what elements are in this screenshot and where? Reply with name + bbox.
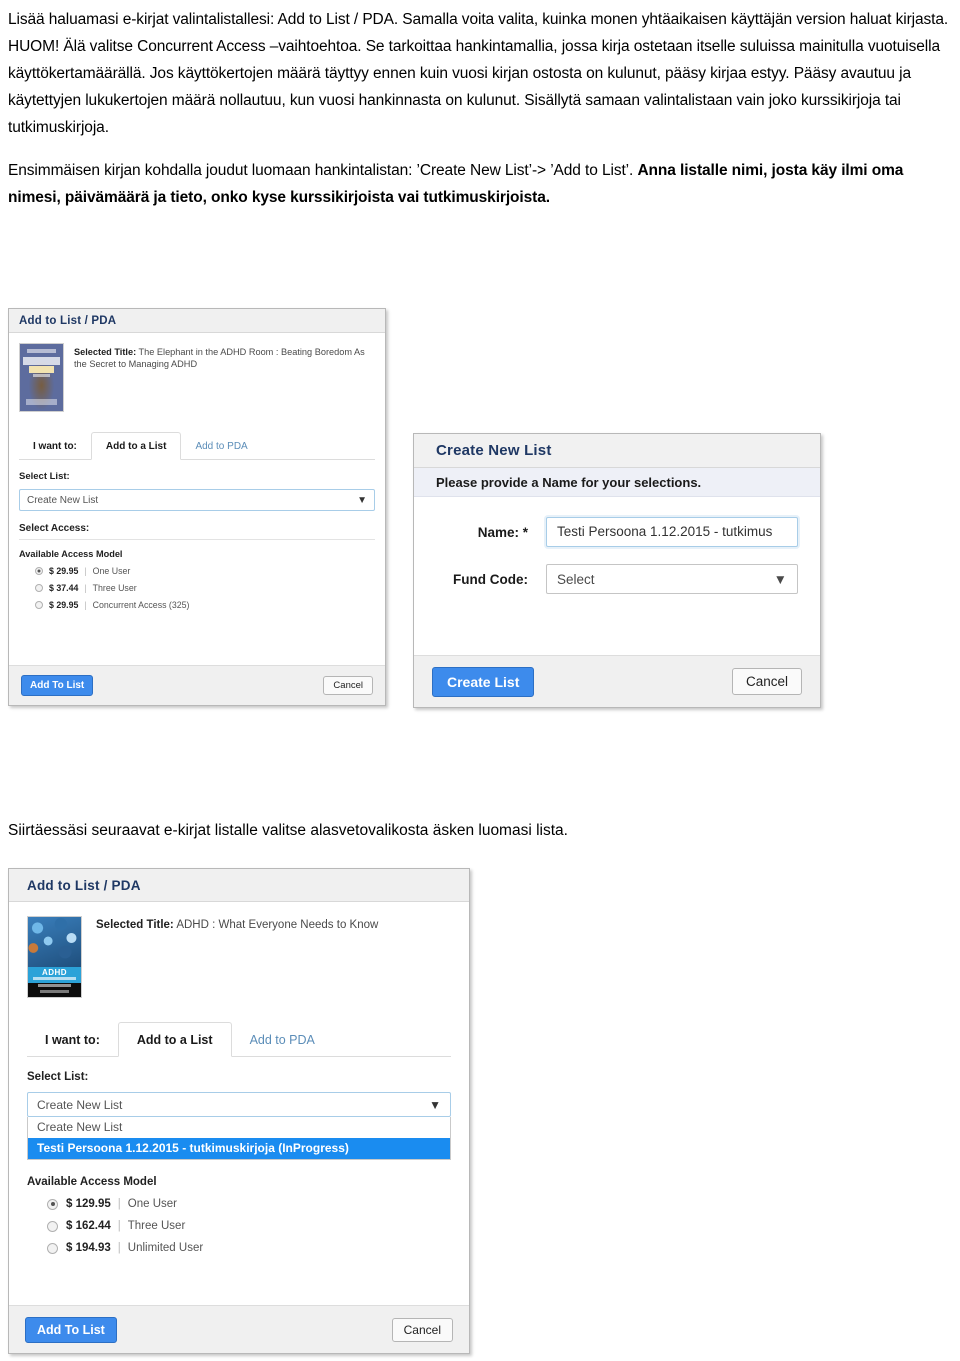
access-option-name: Three User xyxy=(127,1220,186,1232)
panel-a-tab-add-to-pda[interactable]: Add to PDA xyxy=(181,434,262,460)
fund-code-value: Select xyxy=(557,571,595,587)
cancel-button[interactable]: Cancel xyxy=(731,668,802,695)
chevron-down-icon: ▼ xyxy=(429,1097,441,1112)
paragraph-2: Ensimmäisen kirjan kohdalla joudut luoma… xyxy=(8,157,950,211)
panel-b-name-row: Name: * Testi Persoona 1.12.2015 - tutki… xyxy=(436,517,798,547)
panel-c-tab-add-to-pda[interactable]: Add to PDA xyxy=(231,1024,333,1057)
access-option-name: Unlimited User xyxy=(127,1242,204,1254)
add-to-list-button[interactable]: Add To List xyxy=(21,675,94,696)
separator: | xyxy=(117,1242,121,1254)
panel-a-header: Add to List / PDA xyxy=(9,309,385,333)
screenshot-create-new-list-dialog: Create New List Please provide a Name fo… xyxy=(413,433,821,708)
name-input[interactable]: Testi Persoona 1.12.2015 - tutkimus xyxy=(546,517,798,547)
paragraph-1: Lisää haluamasi e-kirjat valintalistalle… xyxy=(8,11,949,136)
panel-a-select-access-label: Select Access: xyxy=(19,523,375,540)
name-input-value: Testi Persoona 1.12.2015 - tutkimus xyxy=(557,524,773,539)
panel-c-available-access-model-label: Available Access Model xyxy=(27,1176,157,1188)
cancel-button[interactable]: Cancel xyxy=(391,1317,453,1342)
add-to-list-button[interactable]: Add To List xyxy=(25,1316,117,1343)
panel-a-selected-title: Selected Title: The Elephant in the ADHD… xyxy=(74,343,375,370)
panel-a-select-list-label: Select List: xyxy=(19,471,70,482)
selected-title-label: Selected Title: xyxy=(74,347,137,357)
panel-b-footer: Create List Cancel xyxy=(414,655,820,707)
radio-button-icon[interactable] xyxy=(35,601,43,609)
separator: | xyxy=(84,600,87,610)
selected-title-value: ADHD : What Everyone Needs to Know xyxy=(173,919,379,931)
panel-c-select-list-value: Create New List xyxy=(37,1097,123,1112)
panel-c-access-option-row[interactable]: $ 194.93 | Unlimited User xyxy=(27,1242,451,1254)
screenshot-add-to-list-pda-elephant: Add to List / PDA Selected Title: The El… xyxy=(8,308,386,706)
create-list-button[interactable]: Create List xyxy=(432,666,535,697)
radio-button-icon[interactable] xyxy=(35,584,43,592)
separator: | xyxy=(117,1220,121,1232)
name-field-label: Name: * xyxy=(477,524,528,540)
selected-title-label: Selected Title: xyxy=(96,919,174,931)
radio-button-icon[interactable] xyxy=(35,567,43,575)
access-option-price: $ 29.95 xyxy=(49,566,79,576)
access-option-price: $ 29.95 xyxy=(49,600,79,610)
panel-a-available-access-model-label: Available Access Model xyxy=(19,549,123,559)
panel-b-header: Create New List xyxy=(414,434,820,468)
fund-code-dropdown[interactable]: Select ▼ xyxy=(546,564,798,594)
panel-b-instruction: Please provide a Name for your selection… xyxy=(414,468,820,497)
panel-c-access-option-row[interactable]: $ 162.44 | Three User xyxy=(27,1220,451,1232)
panel-a-tab-prompt: I want to: xyxy=(19,434,91,460)
access-option-price: $ 129.95 xyxy=(66,1198,111,1210)
separator: | xyxy=(117,1198,121,1210)
panel-b-body: Name: * Testi Persoona 1.12.2015 - tutki… xyxy=(414,497,820,594)
radio-button-icon[interactable] xyxy=(47,1220,58,1232)
chevron-down-icon: ▼ xyxy=(357,494,367,506)
panel-a-footer: Add To List Cancel xyxy=(9,665,385,705)
panel-a-select-list-value: Create New List xyxy=(27,494,99,506)
access-option-name: Concurrent Access (325) xyxy=(92,600,190,610)
document-body: Lisää haluamasi e-kirjat valintalistalle… xyxy=(0,0,960,211)
panel-c-tab-prompt: I want to: xyxy=(27,1024,118,1057)
panel-a-title-row: Selected Title: The Elephant in the ADHD… xyxy=(19,343,375,412)
panel-a-tab-add-to-a-list[interactable]: Add to a List xyxy=(90,432,182,460)
dropdown-option-create-new-list[interactable]: Create New List xyxy=(28,1117,450,1138)
access-option-name: Three User xyxy=(92,583,137,593)
fund-code-field-label: Fund Code: xyxy=(453,571,528,587)
panel-c-header: Add to List / PDA xyxy=(9,869,469,902)
panel-c-selected-title: Selected Title: ADHD : What Everyone Nee… xyxy=(96,916,378,933)
radio-button-icon[interactable] xyxy=(47,1198,58,1210)
panel-c-title-row: ADHD Selected Title: ADHD : What Everyon… xyxy=(27,916,451,998)
panel-c-select-list-label: Select List: xyxy=(27,1071,89,1083)
cancel-button[interactable]: Cancel xyxy=(323,676,373,695)
book-cover-art: ADHD xyxy=(28,917,81,997)
separator: | xyxy=(84,566,87,576)
dropdown-option-testi-persoona[interactable]: Testi Persoona 1.12.2015 - tutkimuskirjo… xyxy=(28,1138,450,1159)
access-option-name: One User xyxy=(92,566,131,576)
book-cover-art xyxy=(20,344,63,411)
panel-a-access-option-row[interactable]: $ 29.95 | One User xyxy=(19,566,375,576)
panel-b-fund-code-row: Fund Code: Select ▼ xyxy=(436,564,798,594)
panel-a-body: Selected Title: The Elephant in the ADHD… xyxy=(9,333,385,610)
access-option-price: $ 162.44 xyxy=(66,1220,111,1232)
access-option-name: One User xyxy=(127,1198,177,1210)
paragraph-2-normal: Ensimmäisen kirjan kohdalla joudut luoma… xyxy=(8,162,638,179)
separator: | xyxy=(84,583,87,593)
panel-a-access-option-row[interactable]: $ 29.95 | Concurrent Access (325) xyxy=(19,600,375,610)
panel-c-access-option-row[interactable]: $ 129.95 | One User xyxy=(27,1198,451,1210)
chevron-down-icon: ▼ xyxy=(773,571,787,587)
panel-a-tabs: I want to: Add to a List Add to PDA xyxy=(19,432,375,460)
panel-c-tab-add-to-a-list[interactable]: Add to a List xyxy=(117,1022,232,1057)
panel-a-access-option-row[interactable]: $ 37.44 | Three User xyxy=(19,583,375,593)
panel-c-select-list-dropdown[interactable]: Create New List ▼ xyxy=(27,1092,451,1117)
mid-caption: Siirtäessäsi seuraavat e-kirjat listalle… xyxy=(8,822,568,839)
screenshot-add-to-list-pda-dropdown-open: Add to List / PDA ADHD Selected Title: A… xyxy=(8,868,470,1354)
panel-c-tabs: I want to: Add to a List Add to PDA xyxy=(27,1022,451,1057)
panel-c-footer: Add To List Cancel xyxy=(9,1305,469,1353)
book-cover-elephant-thumbnail xyxy=(19,343,64,412)
radio-button-icon[interactable] xyxy=(47,1242,58,1254)
access-option-price: $ 37.44 xyxy=(49,583,79,593)
book-cover-adhd-thumbnail: ADHD xyxy=(27,916,82,998)
panel-c-body: ADHD Selected Title: ADHD : What Everyon… xyxy=(9,902,469,1254)
panel-c-dropdown-options-list: Create New List Testi Persoona 1.12.2015… xyxy=(27,1117,451,1160)
access-option-price: $ 194.93 xyxy=(66,1242,111,1254)
panel-a-select-list-dropdown[interactable]: Create New List ▼ xyxy=(19,489,375,511)
